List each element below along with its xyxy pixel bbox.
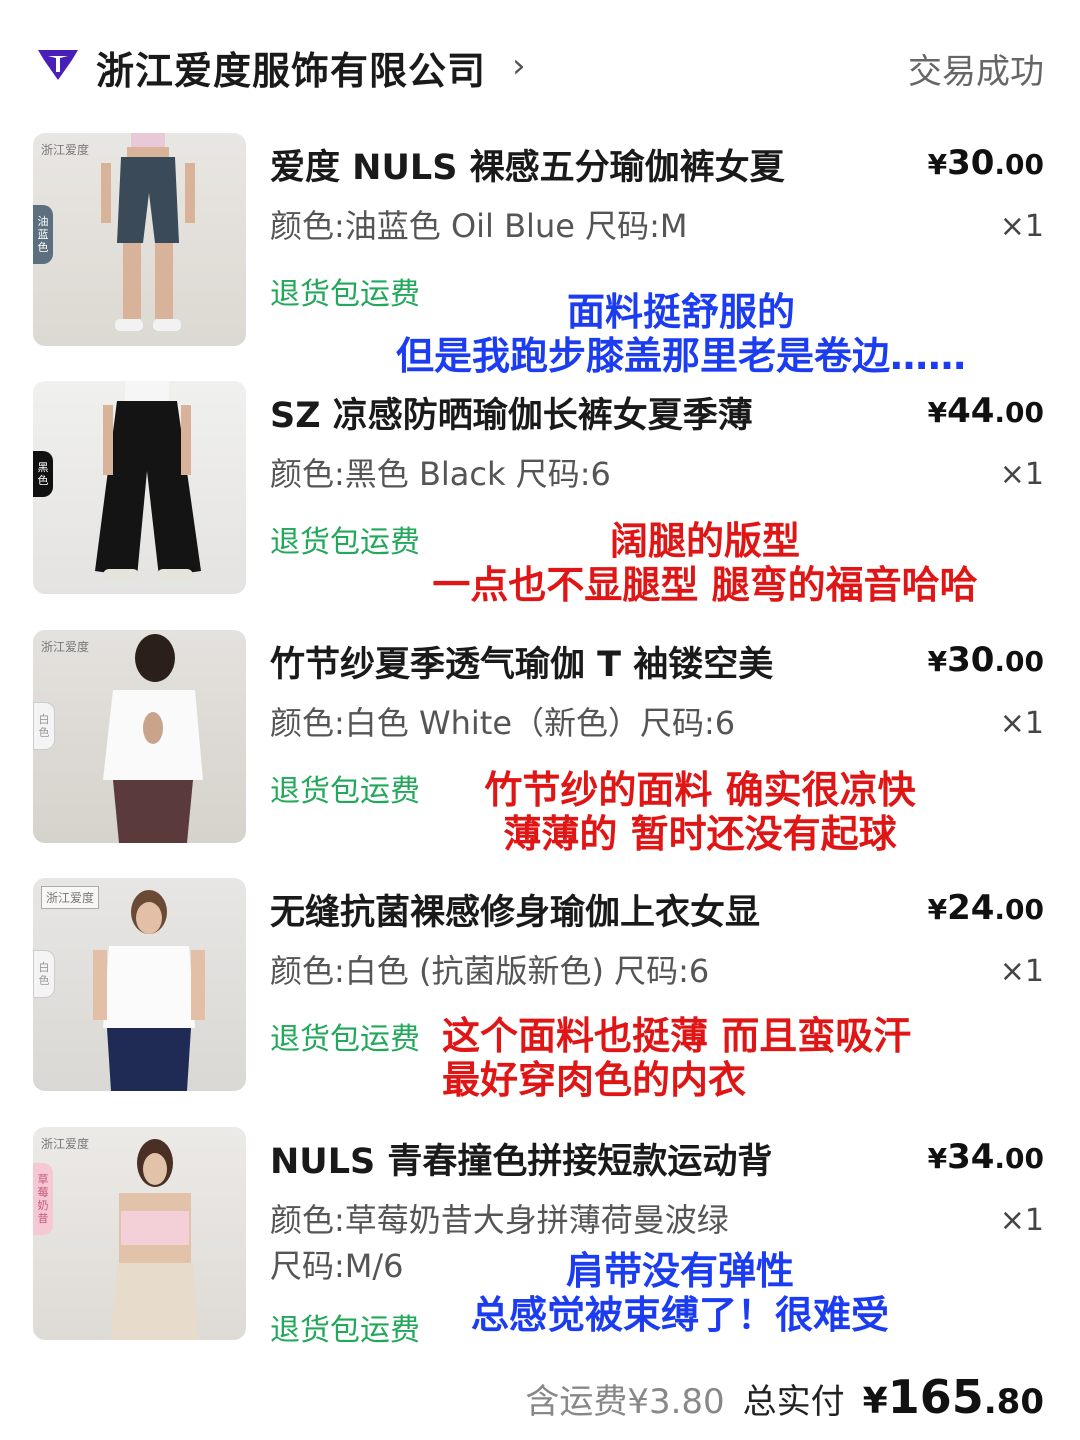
- price-integer: 30: [947, 143, 995, 183]
- product-title[interactable]: SZ 凉感防晒瑜伽长裤女夏季薄: [270, 387, 850, 438]
- shipping-fee: 含运费¥3.80: [525, 1382, 725, 1422]
- price-integer: 34: [947, 1137, 995, 1177]
- review-note: 这个面料也挺薄 而且蛮吸汗 最好穿肉色的内衣: [442, 1014, 982, 1102]
- currency-symbol: ¥: [927, 645, 948, 678]
- product-figure: [103, 634, 203, 843]
- return-shipping-tag: 退货包运费: [270, 774, 420, 809]
- product-figure: [111, 1139, 199, 1340]
- order-item[interactable]: 浙江爱度 油蓝色 爱度 NULS 裸感五分瑜伽裤女夏 ¥30.00 颜色:油蓝色…: [0, 133, 1080, 381]
- review-note-line: 但是我跑步膝盖那里老是卷边……: [395, 334, 966, 378]
- shop-logo-icon: [38, 50, 78, 80]
- total-integer: 165: [887, 1370, 984, 1424]
- review-note-line: 肩带没有弹性: [565, 1249, 794, 1293]
- product-price: ¥44.00: [928, 391, 1044, 431]
- total-amount: ¥165.80: [863, 1370, 1044, 1424]
- price-integer: 24: [947, 888, 995, 928]
- price-decimal: .00: [994, 893, 1044, 926]
- product-thumbnail[interactable]: 黑色: [33, 381, 246, 594]
- product-price: ¥30.00: [928, 640, 1044, 680]
- order-item[interactable]: 浙江爱度 白色 竹节纱夏季透气瑜伽 T 袖镂空美 ¥30.00 颜色:白色 Wh…: [0, 630, 1080, 878]
- review-note-line: 总感觉被束缚了！很难受: [470, 1293, 889, 1337]
- thumb-brand-label: 浙江爱度: [41, 143, 90, 157]
- return-shipping-tag: 退货包运费: [270, 1313, 420, 1348]
- product-quantity: ×1: [999, 1203, 1044, 1238]
- order-item[interactable]: 黑色 SZ 凉感防晒瑜伽长裤女夏季薄 ¥44.00 颜色:黑色 Black 尺码…: [0, 381, 1080, 629]
- product-spec-color: 颜色:草莓奶昔大身拼薄荷曼波绿: [270, 1201, 729, 1239]
- price-integer: 30: [947, 640, 995, 680]
- product-quantity: ×1: [999, 706, 1044, 741]
- review-note-line: 面料挺舒服的: [566, 290, 795, 334]
- product-thumbnail[interactable]: 浙江爱度 白色: [33, 878, 246, 1091]
- return-shipping-tag: 退货包运费: [270, 1022, 420, 1057]
- product-title[interactable]: 竹节纱夏季透气瑜伽 T 袖镂空美: [270, 636, 850, 687]
- price-decimal: .00: [994, 396, 1044, 429]
- product-price: ¥30.00: [928, 143, 1044, 183]
- product-figure: [93, 890, 205, 1091]
- review-note-line: 这个面料也挺薄 而且蛮吸汗: [442, 1014, 912, 1058]
- currency-symbol: ¥: [927, 396, 948, 429]
- currency-symbol: ¥: [927, 893, 948, 926]
- order-summary: 含运费¥3.80 总实付 ¥165.80: [525, 1370, 1044, 1424]
- shop-header: 浙江爱度服饰有限公司 › 交易成功: [0, 0, 1080, 130]
- review-note: 竹节纱的面料 确实很凉快 薄薄的 暂时还没有起球: [430, 768, 970, 856]
- price-decimal: .00: [994, 1142, 1044, 1175]
- product-thumbnail[interactable]: 浙江爱度 草莓奶昔: [33, 1127, 246, 1340]
- thumb-color-tag: 白色: [33, 702, 55, 750]
- product-thumbnail[interactable]: 浙江爱度 油蓝色: [33, 133, 246, 346]
- review-note-line: 薄薄的 暂时还没有起球: [503, 812, 897, 856]
- product-spec: 颜色:黑色 Black 尺码:6: [270, 455, 611, 493]
- product-quantity: ×1: [999, 954, 1044, 989]
- review-note-line: 最好穿肉色的内衣: [442, 1058, 747, 1102]
- product-title[interactable]: 无缝抗菌裸感修身瑜伽上衣女显: [270, 884, 850, 935]
- thumb-color-tag: 草莓奶昔: [33, 1163, 53, 1235]
- thumb-color-tag: 黑色: [33, 451, 53, 497]
- product-title[interactable]: 爱度 NULS 裸感五分瑜伽裤女夏: [270, 139, 850, 190]
- order-item[interactable]: 浙江爱度 白色 无缝抗菌裸感修身瑜伽上衣女显 ¥24.00 颜色:白色 (抗菌版…: [0, 878, 1080, 1126]
- total-decimal: .80: [983, 1382, 1044, 1422]
- product-price: ¥34.00: [928, 1137, 1044, 1177]
- price-decimal: .00: [994, 148, 1044, 181]
- product-spec: 颜色:白色 (抗菌版新色) 尺码:6: [270, 952, 710, 990]
- chevron-right-icon[interactable]: ›: [512, 46, 526, 86]
- review-note-line: 竹节纱的面料 确实很凉快: [484, 768, 916, 812]
- order-status: 交易成功: [908, 52, 1044, 92]
- total-label: 总实付: [742, 1382, 845, 1422]
- currency-symbol: ¥: [927, 1142, 948, 1175]
- product-spec: 颜色:油蓝色 Oil Blue 尺码:M: [270, 207, 688, 245]
- currency-symbol: ¥: [862, 1381, 888, 1422]
- currency-symbol: ¥: [927, 148, 948, 181]
- price-integer: 44: [947, 391, 995, 431]
- thumb-brand-label: 浙江爱度: [41, 1137, 90, 1151]
- thumb-color-tag: 油蓝色: [33, 205, 53, 264]
- product-figure: [95, 381, 201, 581]
- price-decimal: .00: [994, 645, 1044, 678]
- thumb-color-tag: 白色: [33, 950, 55, 998]
- product-quantity: ×1: [999, 209, 1044, 244]
- product-quantity: ×1: [999, 457, 1044, 492]
- order-item[interactable]: 浙江爱度 草莓奶昔 NULS 青春撞色拼接短款运动背 ¥34.00 颜色:草莓奶…: [0, 1127, 1080, 1375]
- review-note: 面料挺舒服的 但是我跑步膝盖那里老是卷边……: [336, 290, 1026, 378]
- review-note-line: 一点也不显腿型 腿弯的福音哈哈: [432, 563, 978, 607]
- review-note-line: 阔腿的版型: [609, 519, 800, 563]
- product-title[interactable]: NULS 青春撞色拼接短款运动背: [270, 1133, 850, 1184]
- review-note: 肩带没有弹性 总感觉被束缚了！很难受: [420, 1249, 940, 1337]
- review-note: 阔腿的版型 一点也不显腿型 腿弯的福音哈哈: [360, 519, 1050, 607]
- product-figure: [101, 133, 195, 331]
- shop-name-link[interactable]: 浙江爱度服饰有限公司: [96, 40, 486, 95]
- product-price: ¥24.00: [928, 888, 1044, 928]
- thumb-brand-label: 浙江爱度: [41, 640, 90, 654]
- product-spec: 颜色:白色 White（新色）尺码:6: [270, 704, 736, 742]
- product-thumbnail[interactable]: 浙江爱度 白色: [33, 630, 246, 843]
